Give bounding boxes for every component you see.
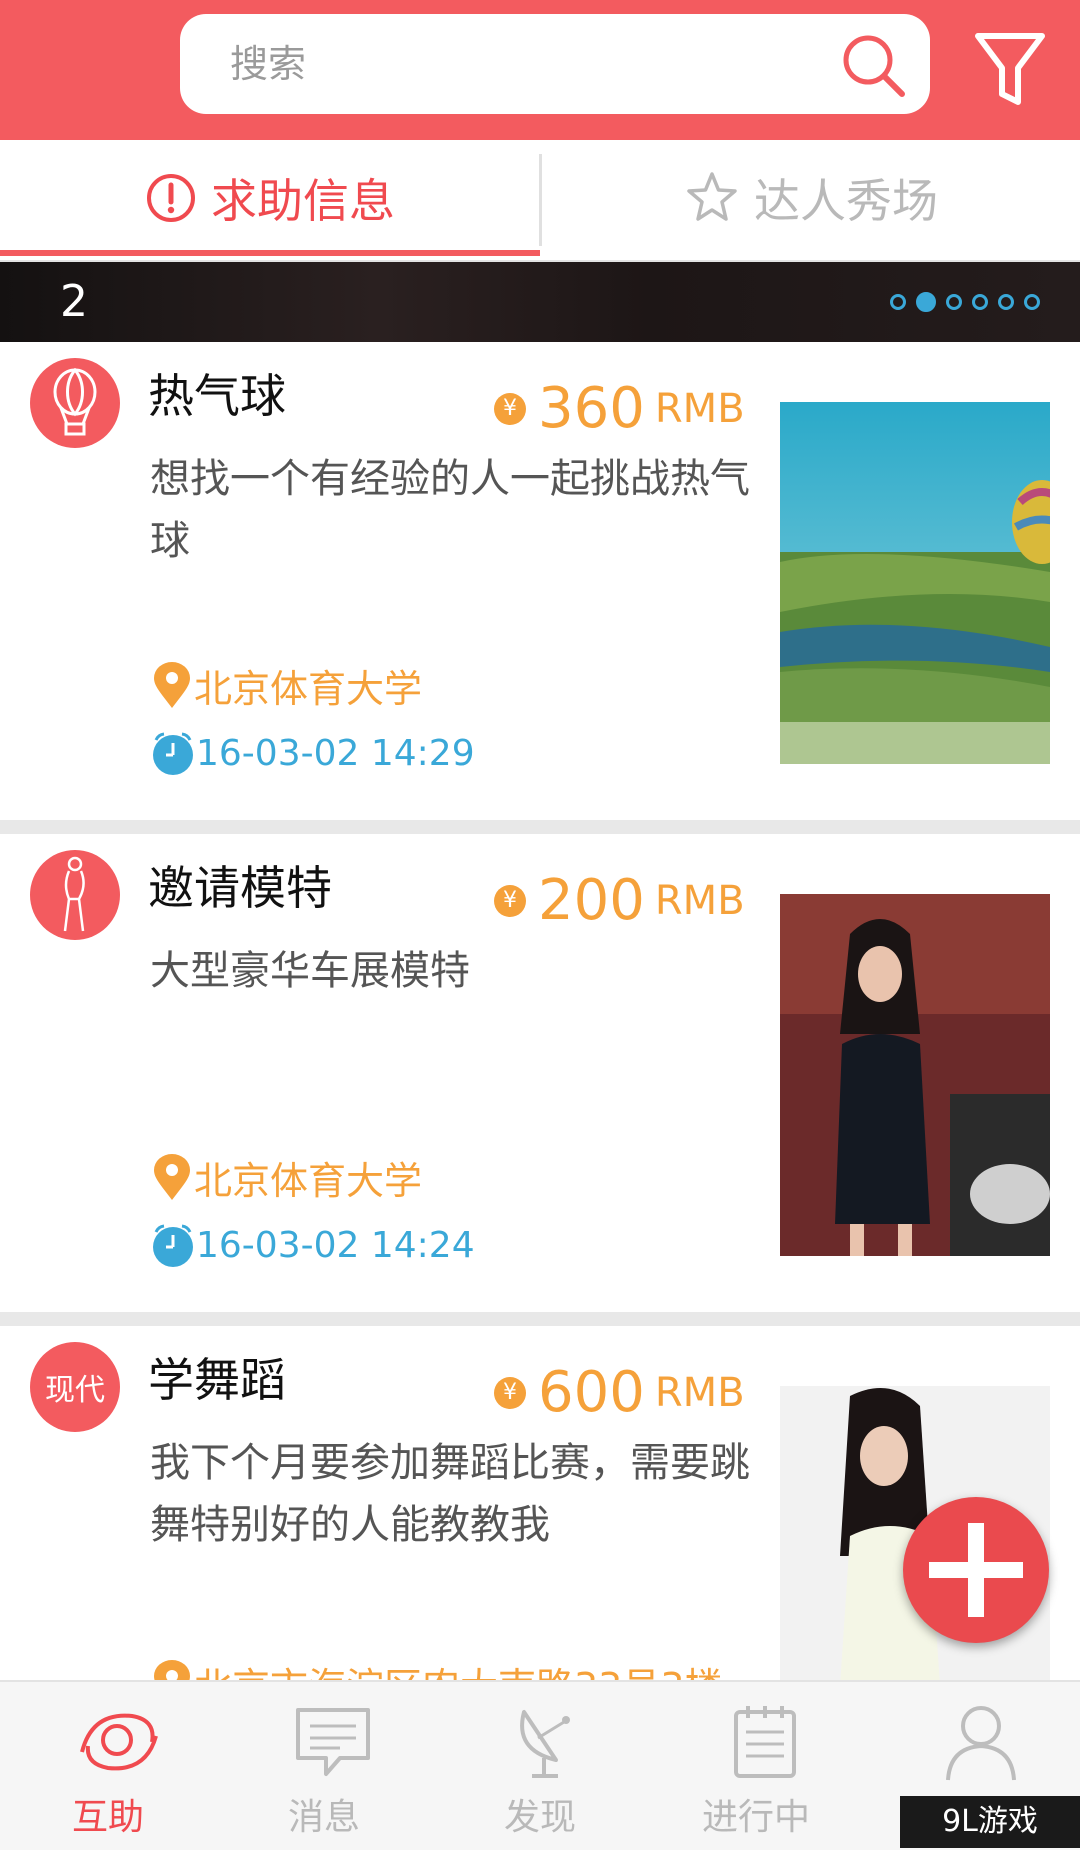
card-description: 想找一个有经验的人一起挑战热气球 xyxy=(150,456,750,564)
location-pin-icon xyxy=(154,661,190,708)
search-box[interactable]: 搜索 xyxy=(180,14,930,114)
satellite-dish-icon xyxy=(520,1710,570,1778)
clock-icon xyxy=(153,1224,193,1267)
list-item[interactable]: 热气球 ¥ 360 RMB 想找一个有经验的人一起挑战热气球 北京体育大学 16… xyxy=(0,342,1080,820)
card-description: 我下个月要参加舞蹈比赛，需要跳舞特别好的人能教教我 xyxy=(150,1440,750,1548)
price: ¥ 360 RMB xyxy=(494,376,745,441)
add-request-button[interactable] xyxy=(903,1497,1049,1643)
price: ¥ 200 RMB xyxy=(494,868,745,933)
price: ¥ 600 RMB xyxy=(494,1360,745,1425)
price-amount: 360 xyxy=(538,376,645,441)
hot-air-balloon-photo[interactable] xyxy=(780,402,1050,764)
yen-icon: ¥ xyxy=(494,884,526,917)
yen-icon: ¥ xyxy=(494,1376,526,1409)
nav-label: 消息 xyxy=(287,1797,360,1838)
tab-bar: 求助信息 达人秀场 xyxy=(0,140,1080,262)
person-icon xyxy=(946,1706,1016,1781)
nav-messages[interactable]: 消息 xyxy=(216,1682,432,1850)
location-text: 北京体育大学 xyxy=(194,667,423,711)
carousel-dot[interactable] xyxy=(972,294,988,310)
nav-in-progress[interactable]: 进行中 xyxy=(648,1682,864,1850)
location: 北京市海淀区农大南路33号3楼 xyxy=(150,1656,723,1680)
active-tab-indicator xyxy=(0,250,540,256)
star-outline-icon xyxy=(687,172,737,221)
clock-icon xyxy=(153,732,193,775)
watermark-logo: 9L游戏 xyxy=(900,1796,1080,1848)
time-text: 16-03-02 14:29 xyxy=(196,732,475,774)
location-text: 北京市海淀区农大南路33号3楼 xyxy=(194,1656,723,1680)
banner-page-number: 2 xyxy=(60,276,88,327)
message-icon xyxy=(296,1708,370,1776)
carousel-dot[interactable] xyxy=(946,294,962,310)
location-text: 北京体育大学 xyxy=(194,1159,423,1203)
hot-air-balloon-icon xyxy=(30,358,120,448)
nav-label: 发现 xyxy=(503,1797,576,1838)
price-amount: 200 xyxy=(538,868,645,933)
time-text: 16-03-02 14:24 xyxy=(196,1224,475,1266)
nav-label: 互助 xyxy=(71,1797,144,1838)
tab-label: 达人秀场 xyxy=(754,174,938,228)
plus-icon xyxy=(929,1523,1023,1617)
list-item[interactable]: 现代 学舞蹈 ¥ 600 RMB 我下个月要参加舞蹈比赛，需要跳舞特别好的人能教… xyxy=(0,1326,1080,1680)
post-time: 16-03-02 14:24 xyxy=(150,1222,475,1268)
location-pin-icon xyxy=(154,1659,190,1680)
banner-carousel[interactable]: 2 xyxy=(0,262,1080,342)
search-placeholder: 搜索 xyxy=(230,42,307,86)
carousel-dot[interactable] xyxy=(998,294,1014,310)
help-swirl-icon xyxy=(80,1713,158,1771)
card-title: 热气球 xyxy=(148,369,286,423)
filter-icon[interactable] xyxy=(972,28,1048,110)
divider xyxy=(0,820,1080,834)
search-icon[interactable] xyxy=(840,32,906,98)
yen-icon: ¥ xyxy=(494,392,526,425)
location: 北京体育大学 xyxy=(150,1150,422,1205)
top-bar: 搜索 xyxy=(0,0,1080,140)
card-title: 学舞蹈 xyxy=(148,1353,286,1407)
nav-help[interactable]: 互助 xyxy=(0,1682,216,1850)
location-pin-icon xyxy=(154,1153,190,1200)
nav-discover[interactable]: 发现 xyxy=(432,1682,648,1850)
car-show-model-photo[interactable] xyxy=(780,894,1050,1256)
card-title: 邀请模特 xyxy=(148,861,332,915)
list-item[interactable]: 邀请模特 ¥ 200 RMB 大型豪华车展模特 北京体育大学 16-03-02 … xyxy=(0,834,1080,1312)
calendar-icon xyxy=(734,1706,796,1778)
card-description: 大型豪华车展模特 xyxy=(150,948,470,994)
tab-label: 求助信息 xyxy=(211,174,395,228)
carousel-dot[interactable] xyxy=(1024,294,1040,310)
model-silhouette-icon xyxy=(30,850,120,940)
price-unit: RMB xyxy=(654,877,745,924)
tab-talent-show[interactable]: 达人秀场 xyxy=(541,140,1080,256)
carousel-dot[interactable] xyxy=(890,294,906,310)
carousel-dot-active[interactable] xyxy=(916,292,936,312)
category-badge-modern: 现代 xyxy=(30,1342,120,1432)
divider xyxy=(0,1312,1080,1326)
post-time: 16-03-02 14:29 xyxy=(150,730,475,776)
price-unit: RMB xyxy=(654,1369,745,1416)
exclamation-circle-icon xyxy=(147,174,195,222)
tab-help-info[interactable]: 求助信息 xyxy=(0,140,540,256)
location: 北京体育大学 xyxy=(150,658,422,713)
price-unit: RMB xyxy=(654,385,745,432)
price-amount: 600 xyxy=(538,1360,645,1425)
carousel-dots xyxy=(890,262,1040,342)
nav-label: 进行中 xyxy=(701,1797,810,1838)
